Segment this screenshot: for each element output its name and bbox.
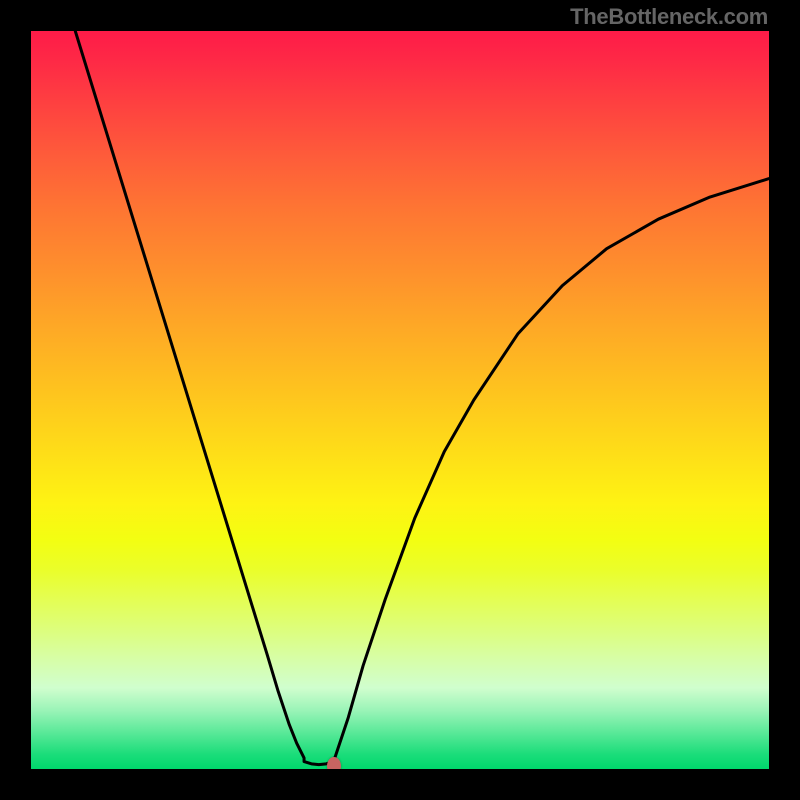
plot-area <box>31 31 769 769</box>
bottleneck-curve <box>31 31 769 769</box>
chart-frame: TheBottleneck.com <box>0 0 800 800</box>
watermark-text: TheBottleneck.com <box>570 4 768 30</box>
marker-dot <box>327 757 341 769</box>
